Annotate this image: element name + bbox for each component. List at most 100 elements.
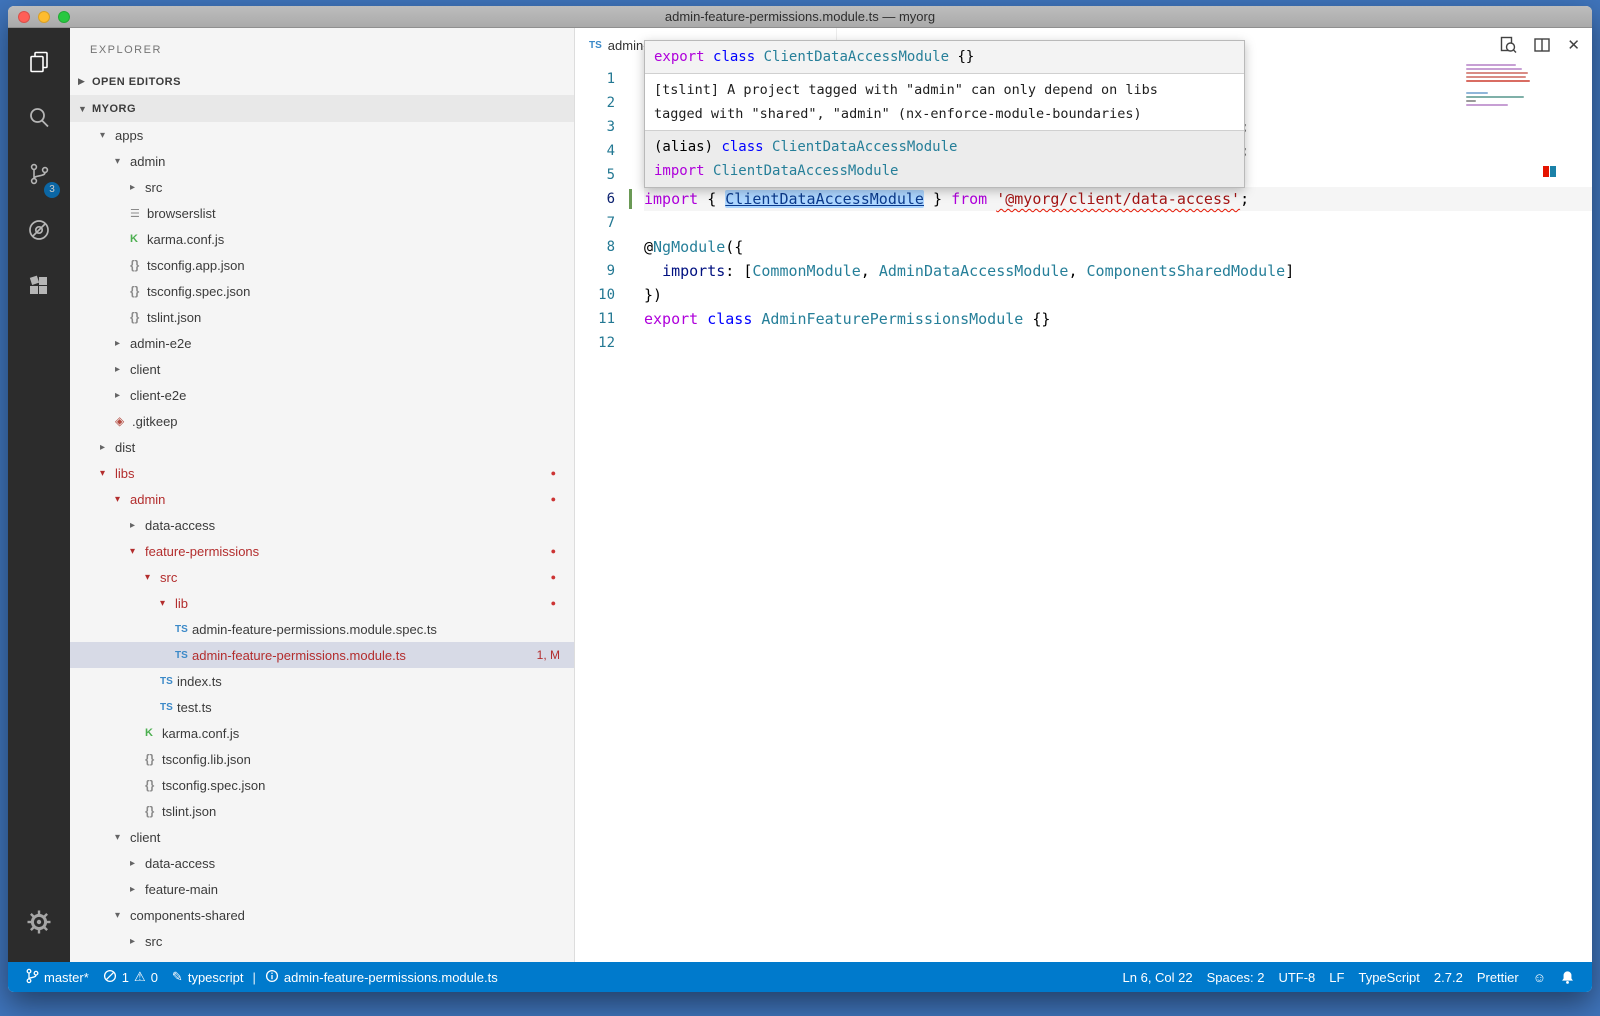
tree-item[interactable]: TStest.ts — [70, 694, 574, 720]
tree-item[interactable]: ▸src — [70, 928, 574, 954]
file-info-status[interactable]: admin-feature-permissions.module.ts — [258, 962, 505, 992]
tree-item[interactable]: TSadmin-feature-permissions.module.ts1, … — [70, 642, 574, 668]
debug-icon — [26, 217, 52, 248]
tree-item[interactable]: ▸data-access — [70, 850, 574, 876]
tree-item[interactable]: ▾apps — [70, 122, 574, 148]
code-token: @ — [644, 238, 653, 256]
tree-item[interactable]: {}tsconfig.lib.json — [70, 746, 574, 772]
eol-status[interactable]: LF — [1322, 962, 1351, 992]
json-file-icon: {} — [130, 284, 147, 298]
close-window-button[interactable] — [18, 11, 30, 23]
tree-item[interactable]: ▸data-access — [70, 512, 574, 538]
open-changes-icon[interactable] — [1499, 36, 1517, 54]
feedback-smiley-icon[interactable]: ☺ — [1526, 962, 1553, 992]
linter-status[interactable]: ✎ typescript — [165, 962, 251, 992]
tree-item-label: karma.conf.js — [162, 726, 239, 741]
explorer-activity-button[interactable] — [8, 36, 70, 92]
code-token: ComponentsSharedModule — [1087, 262, 1286, 280]
chevron-right-icon[interactable]: ▸ — [130, 858, 145, 869]
tree-item[interactable]: ▸feature-main — [70, 876, 574, 902]
chevron-down-icon[interactable]: ▾ — [160, 598, 175, 609]
tree-item[interactable]: ▾src● — [70, 564, 574, 590]
tree-item[interactable]: ▸client-e2e — [70, 382, 574, 408]
chevron-right-icon[interactable]: ▸ — [115, 390, 130, 401]
activity-bar: 3 — [8, 28, 70, 962]
language-status[interactable]: TypeScript — [1351, 962, 1426, 992]
chevron-down-icon[interactable]: ▾ — [115, 910, 130, 921]
tree-item-label: lib — [175, 596, 188, 611]
warning-icon: ⚠ — [134, 969, 146, 985]
tree-item[interactable]: ▾feature-permissions● — [70, 538, 574, 564]
code-area[interactable]: ;';import { ClientDataAccessModule } fro… — [644, 67, 1592, 962]
tree-item[interactable]: ▸dist — [70, 434, 574, 460]
status-bar: master* 1 ⚠ 0 ✎ typescript | admin-featu… — [8, 962, 1592, 992]
code-token: {} — [1023, 310, 1050, 328]
indent-status[interactable]: Spaces: 2 — [1200, 962, 1272, 992]
chevron-right-icon[interactable]: ▸ — [130, 520, 145, 531]
tree-item[interactable]: ◈.gitkeep — [70, 408, 574, 434]
tree-item[interactable]: ▸client — [70, 356, 574, 382]
project-root-label: MYORG — [92, 103, 136, 115]
chevron-right-icon[interactable]: ▸ — [100, 442, 115, 453]
tree-item[interactable]: ▾client — [70, 824, 574, 850]
tree-item[interactable]: {}tsconfig.spec.json — [70, 772, 574, 798]
tree-item[interactable]: Kkarma.conf.js — [70, 720, 574, 746]
tree-item[interactable]: ▾libs● — [70, 460, 574, 486]
chevron-down-icon[interactable]: ▾ — [145, 572, 160, 583]
code-token — [698, 310, 707, 328]
open-editors-header[interactable]: ▶ OPEN EDITORS — [70, 68, 574, 95]
git-branch-status[interactable]: master* — [18, 962, 96, 992]
chevron-right-icon[interactable]: ▸ — [130, 182, 145, 193]
tree-item[interactable]: {}tslint.json — [70, 798, 574, 824]
zoom-window-button[interactable] — [58, 11, 70, 23]
tree-item[interactable]: {}tsconfig.spec.json — [70, 278, 574, 304]
tree-item[interactable]: TSadmin-feature-permissions.module.spec.… — [70, 616, 574, 642]
problems-status[interactable]: 1 ⚠ 0 — [96, 962, 165, 992]
chevron-down-icon[interactable]: ▾ — [115, 832, 130, 843]
tree-item[interactable]: ▾admin — [70, 148, 574, 174]
notifications-bell-icon[interactable] — [1553, 962, 1582, 992]
hover-tooltip: export class ClientDataAccessModule {} [… — [644, 40, 1245, 188]
settings-button[interactable] — [8, 896, 70, 952]
source-control-activity-button[interactable]: 3 — [8, 148, 70, 204]
branch-icon — [25, 968, 39, 987]
tree-item-label: tsconfig.app.json — [147, 258, 245, 273]
json-file-icon: {} — [145, 778, 162, 792]
chevron-down-icon[interactable]: ▾ — [100, 468, 115, 479]
line-number: 7 — [575, 211, 644, 235]
info-icon — [265, 969, 279, 986]
tree-item[interactable]: {}tsconfig.app.json — [70, 252, 574, 278]
tree-item[interactable]: ▾lib● — [70, 590, 574, 616]
formatter-status[interactable]: Prettier — [1470, 962, 1526, 992]
search-activity-button[interactable] — [8, 92, 70, 148]
ts-version-status[interactable]: 2.7.2 — [1427, 962, 1470, 992]
chevron-down-icon[interactable]: ▾ — [130, 546, 145, 557]
tree-item[interactable]: ▸src — [70, 174, 574, 200]
chevron-down-icon[interactable]: ▾ — [115, 494, 130, 505]
project-root-header[interactable]: ▼ MYORG — [70, 95, 574, 122]
tree-item[interactable]: ▾components-shared — [70, 902, 574, 928]
encoding-status[interactable]: UTF-8 — [1271, 962, 1322, 992]
minimize-window-button[interactable] — [38, 11, 50, 23]
close-editor-icon[interactable]: ✕ — [1567, 36, 1580, 54]
debug-activity-button[interactable] — [8, 204, 70, 260]
tree-item[interactable]: TSindex.ts — [70, 668, 574, 694]
tree-item[interactable]: Kkarma.conf.js — [70, 226, 574, 252]
code-token: CommonModule — [752, 262, 860, 280]
chevron-right-icon[interactable]: ▸ — [130, 884, 145, 895]
chevron-right-icon[interactable]: ▸ — [115, 338, 130, 349]
minimap[interactable] — [1466, 64, 1532, 108]
tree-item[interactable]: ▾admin● — [70, 486, 574, 512]
extensions-activity-button[interactable] — [8, 260, 70, 316]
tree-item[interactable]: ☰browserslist — [70, 200, 574, 226]
pencil-icon: ✎ — [172, 969, 183, 985]
code-token: , — [861, 262, 879, 280]
tree-item[interactable]: {}tslint.json — [70, 304, 574, 330]
chevron-right-icon[interactable]: ▸ — [115, 364, 130, 375]
chevron-down-icon[interactable]: ▾ — [100, 130, 115, 141]
chevron-down-icon[interactable]: ▾ — [115, 156, 130, 167]
chevron-right-icon[interactable]: ▸ — [130, 936, 145, 947]
split-editor-icon[interactable] — [1533, 36, 1551, 54]
tree-item[interactable]: ▸admin-e2e — [70, 330, 574, 356]
cursor-position-status[interactable]: Ln 6, Col 22 — [1116, 962, 1200, 992]
